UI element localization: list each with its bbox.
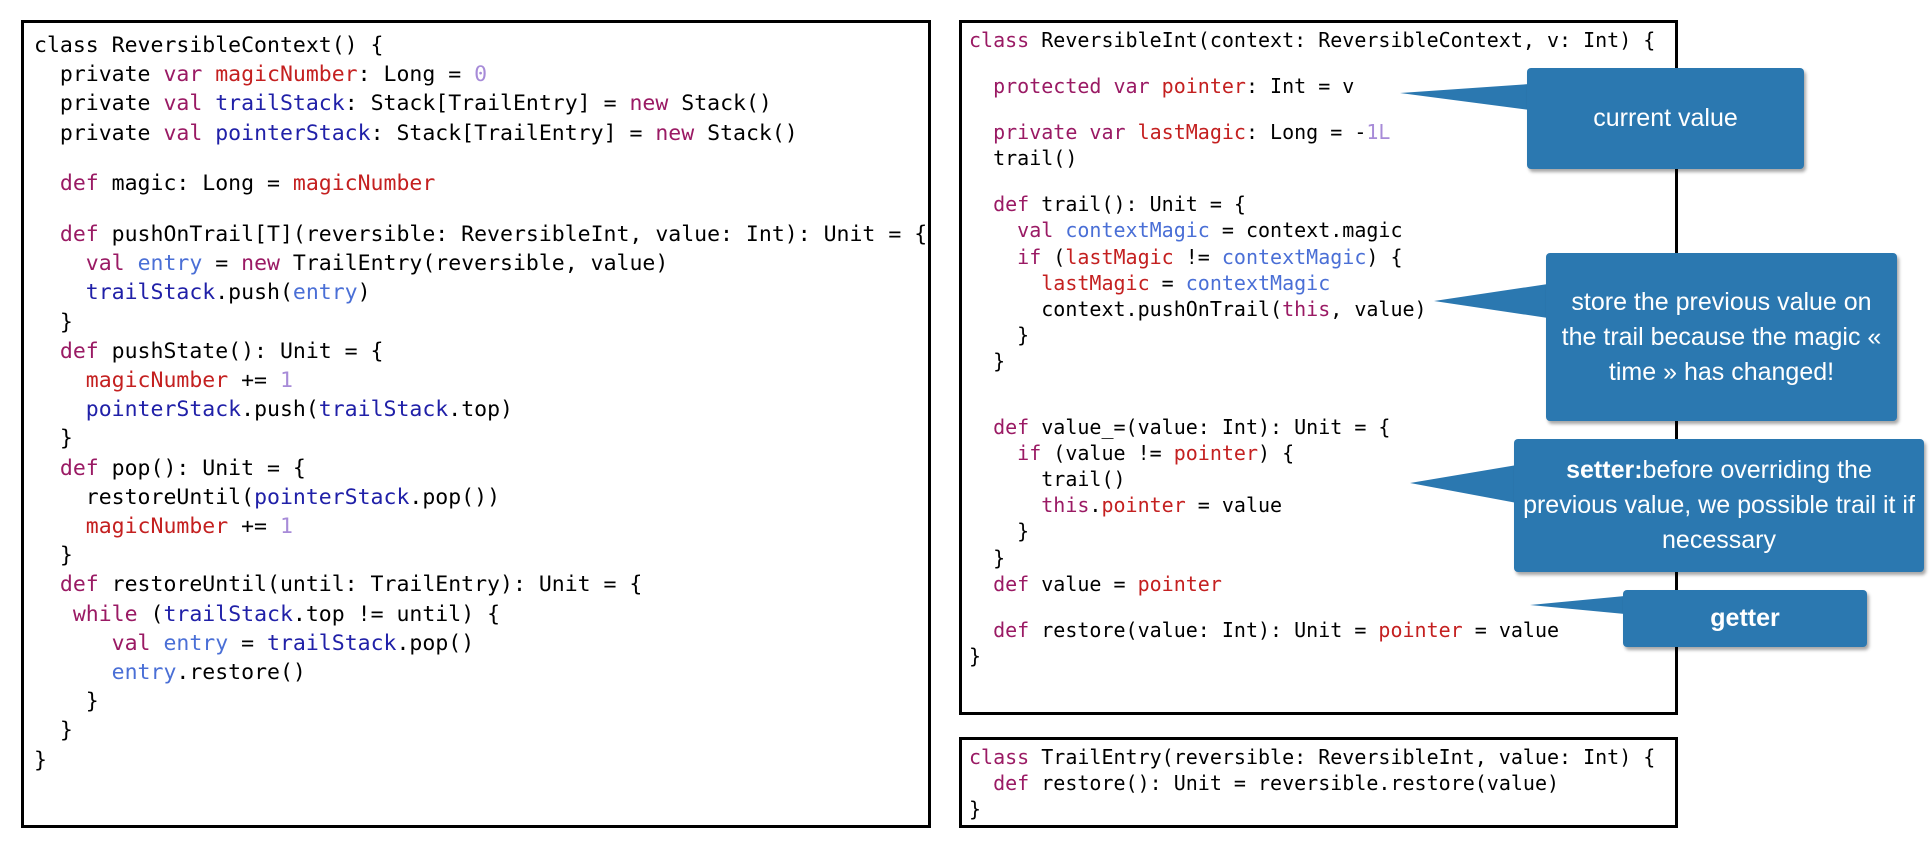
store-previous-pointer (1434, 284, 1548, 318)
current-value-pointer (1400, 84, 1530, 110)
store-previous-callout: store the previous value on the trail be… (1546, 253, 1897, 421)
setter-pointer (1410, 465, 1517, 503)
getter-callout: getter (1623, 590, 1867, 647)
getter-pointer (1530, 596, 1625, 614)
current-value-callout-text: current value (1593, 104, 1738, 132)
store-previous-callout-text: store the previous value on the trail be… (1561, 287, 1882, 386)
getter-callout-text: getter (1710, 604, 1780, 632)
setter-callout-text: setter:before overriding the previous va… (1520, 453, 1918, 558)
setter-callout-bold: setter: (1566, 456, 1643, 484)
current-value-callout: current value (1527, 68, 1804, 169)
setter-callout: setter:before overriding the previous va… (1514, 439, 1924, 572)
